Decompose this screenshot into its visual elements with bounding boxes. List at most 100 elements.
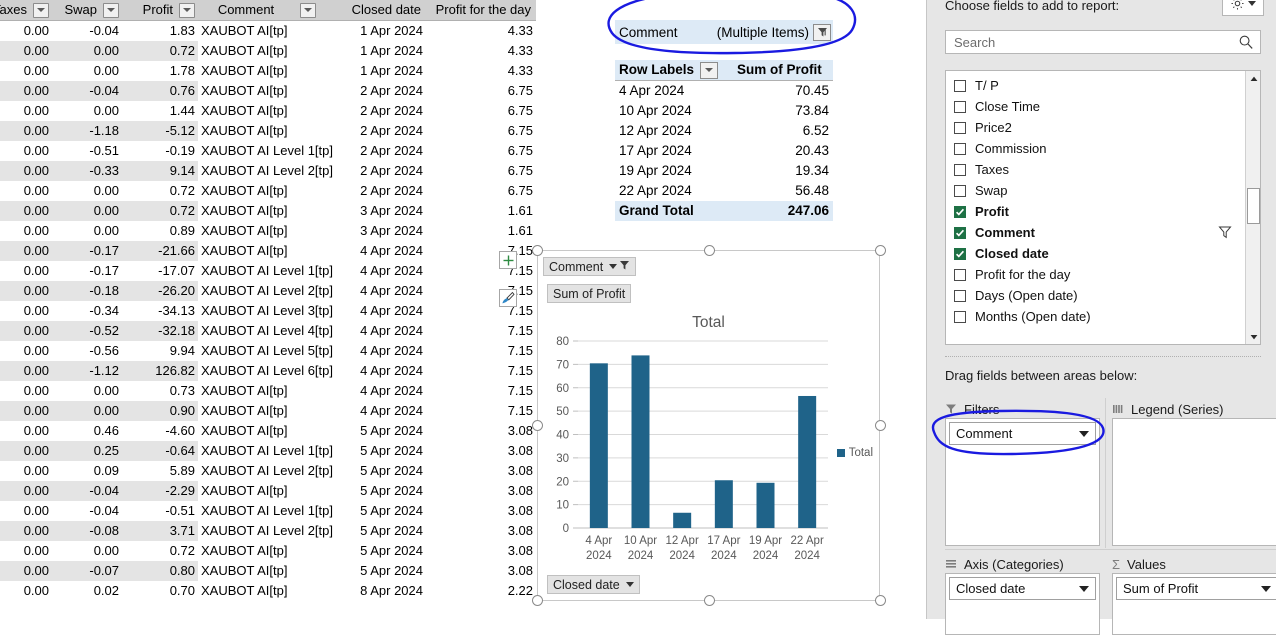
chart-bar[interactable] [589,363,608,528]
chart-handle-top-right[interactable] [875,245,886,256]
checkbox-checked-icon[interactable] [954,226,966,239]
cell-taxes[interactable]: 0.00 [0,581,52,601]
table-row[interactable]: 0.00 0.00 0.90 XAUBOT AI[tp] 4 Apr 2024 7.15 [0,401,536,421]
cell-taxes[interactable]: 0.00 [0,121,52,141]
cell-profit-for-the-day[interactable]: 7.15 [426,401,536,421]
cell-comment[interactable]: XAUBOT AI Level 2[tp] [198,521,334,541]
cell-closed-date[interactable]: 4 Apr 2024 [334,381,426,401]
cell-profit-for-the-day[interactable]: 6.75 [426,81,536,101]
cell-swap[interactable]: 0.00 [52,541,122,561]
chart-handle-top-left[interactable] [532,245,543,256]
table-row[interactable]: 0.00 -0.56 9.94 XAUBOT AI Level 5[tp] 4 Apr … [0,341,536,361]
cell-swap[interactable]: -0.56 [52,341,122,361]
cell-comment[interactable]: XAUBOT AI Level 1[tp] [198,261,334,281]
table-row[interactable]: 0.00 -0.33 9.14 XAUBOT AI Level 2[tp] 2 Apr … [0,161,536,181]
checkbox-checked-icon[interactable] [954,247,966,260]
table-row[interactable]: 0.00 -0.04 -0.51 XAUBOT AI Level 1[tp] 5 Apr… [0,501,536,521]
cell-taxes[interactable]: 0.00 [0,101,52,121]
table-row[interactable]: 0.00 0.00 0.72 XAUBOT AI[tp] 1 Apr 2024 4.33 [0,41,536,61]
filter-dropdown-icon[interactable] [33,2,49,18]
cell-profit-for-the-day[interactable]: 4.33 [426,61,536,81]
cell-swap[interactable]: 0.00 [52,401,122,421]
field-list-scroll-thumb[interactable] [1247,188,1260,224]
table-row[interactable]: 0.00 -0.18 -26.20 XAUBOT AI Level 2[tp] 4 Ap… [0,281,536,301]
cell-closed-date[interactable]: 5 Apr 2024 [334,441,426,461]
cell-comment[interactable]: XAUBOT AI Level 3[tp] [198,301,334,321]
cell-profit[interactable]: 0.73 [122,381,198,401]
chart-bar[interactable] [673,512,692,528]
chart-bar[interactable] [798,395,817,528]
cell-comment[interactable]: XAUBOT AI Level 6[tp] [198,361,334,381]
table-row[interactable]: 0.00 -0.34 -34.13 XAUBOT AI Level 3[tp] 4 Ap… [0,301,536,321]
search-input[interactable] [952,33,1238,51]
pivot-row-label[interactable]: 22 Apr 2024 [615,181,733,201]
checkbox-icon[interactable] [954,310,966,323]
cell-swap[interactable]: -0.04 [52,481,122,501]
cell-swap[interactable]: 0.09 [52,461,122,481]
cell-swap[interactable]: -0.07 [52,561,122,581]
cell-profit-for-the-day[interactable]: 7.15 [426,301,536,321]
cell-profit[interactable]: -34.13 [122,301,198,321]
cell-profit-for-the-day[interactable]: 6.75 [426,101,536,121]
field-list-item[interactable]: Price2 [946,117,1260,138]
cell-comment[interactable]: XAUBOT AI[tp] [198,101,334,121]
table-row[interactable]: 0.00 -0.17 -17.07 XAUBOT AI Level 1[tp] 4 Ap… [0,261,536,281]
pivot-row-value[interactable]: 56.48 [733,181,833,201]
chart-filter-field-button[interactable]: Comment [543,257,637,276]
cell-profit-for-the-day[interactable]: 3.08 [426,501,536,521]
field-list-item[interactable]: Comment [946,222,1260,243]
pivot-row-filter-dropdown-icon[interactable] [700,61,719,79]
cell-profit-for-the-day[interactable]: 3.08 [426,481,536,501]
area-axis-box[interactable]: Closed date [945,573,1100,635]
cell-swap[interactable]: 0.00 [52,381,122,401]
cell-comment[interactable]: XAUBOT AI Level 2[tp] [198,461,334,481]
cell-profit[interactable]: 0.72 [122,541,198,561]
table-row[interactable]: 0.00 0.46 -4.60 XAUBOT AI[tp] 5 Apr 2024 3.08 [0,421,536,441]
cell-comment[interactable]: XAUBOT AI[tp] [198,561,334,581]
cell-swap[interactable]: -0.08 [52,521,122,541]
cell-profit[interactable]: 9.94 [122,341,198,361]
cell-profit-for-the-day[interactable]: 7.15 [426,341,536,361]
cell-profit-for-the-day[interactable]: 3.08 [426,421,536,441]
table-row[interactable]: 0.00 0.00 0.72 XAUBOT AI[tp] 5 Apr 2024 3.08 [0,541,536,561]
cell-profit-for-the-day[interactable]: 2.22 [426,581,536,601]
cell-closed-date[interactable]: 3 Apr 2024 [334,201,426,221]
cell-closed-date[interactable]: 2 Apr 2024 [334,161,426,181]
cell-profit-for-the-day[interactable]: 3.08 [426,521,536,541]
table-row[interactable]: 0.00 -0.08 3.71 XAUBOT AI Level 2[tp] 5 Apr … [0,521,536,541]
cell-closed-date[interactable]: 5 Apr 2024 [334,541,426,561]
checkbox-checked-icon[interactable] [954,205,966,218]
cell-comment[interactable]: XAUBOT AI Level 2[tp] [198,161,334,181]
cell-closed-date[interactable]: 2 Apr 2024 [334,81,426,101]
cell-comment[interactable]: XAUBOT AI[tp] [198,241,334,261]
cell-closed-date[interactable]: 1 Apr 2024 [334,41,426,61]
cell-closed-date[interactable]: 4 Apr 2024 [334,281,426,301]
cell-taxes[interactable]: 0.00 [0,61,52,81]
column-header-profit-for-the-day[interactable]: Profit for the day [426,0,536,21]
search-icon[interactable] [1238,34,1254,50]
cell-taxes[interactable]: 0.00 [0,141,52,161]
cell-closed-date[interactable]: 1 Apr 2024 [334,61,426,81]
cell-closed-date[interactable]: 2 Apr 2024 [334,121,426,141]
cell-comment[interactable]: XAUBOT AI[tp] [198,581,334,601]
column-header-profit[interactable]: Profit [122,0,198,21]
cell-comment[interactable]: XAUBOT AI Level 4[tp] [198,321,334,341]
cell-taxes[interactable]: 0.00 [0,341,52,361]
chevron-down-icon[interactable] [1079,430,1089,437]
cell-comment[interactable]: XAUBOT AI[tp] [198,81,334,101]
chart-handle-bottom-left[interactable] [532,595,543,606]
scroll-down-arrow-icon[interactable] [1246,329,1260,344]
cell-profit[interactable]: 0.80 [122,561,198,581]
cell-closed-date[interactable]: 5 Apr 2024 [334,461,426,481]
cell-closed-date[interactable]: 4 Apr 2024 [334,341,426,361]
cell-swap[interactable]: -1.18 [52,121,122,141]
cell-profit[interactable]: 0.72 [122,41,198,61]
field-list-item[interactable]: Swap [946,180,1260,201]
cell-closed-date[interactable]: 2 Apr 2024 [334,141,426,161]
table-row[interactable]: 0.00 0.00 0.89 XAUBOT AI[tp] 3 Apr 2024 1.61 [0,221,536,241]
cell-comment[interactable]: XAUBOT AI Level 5[tp] [198,341,334,361]
cell-closed-date[interactable]: 4 Apr 2024 [334,321,426,341]
cell-profit[interactable]: -0.51 [122,501,198,521]
scroll-up-arrow-icon[interactable] [1246,71,1260,86]
chart-handle-top-center[interactable] [704,245,715,256]
